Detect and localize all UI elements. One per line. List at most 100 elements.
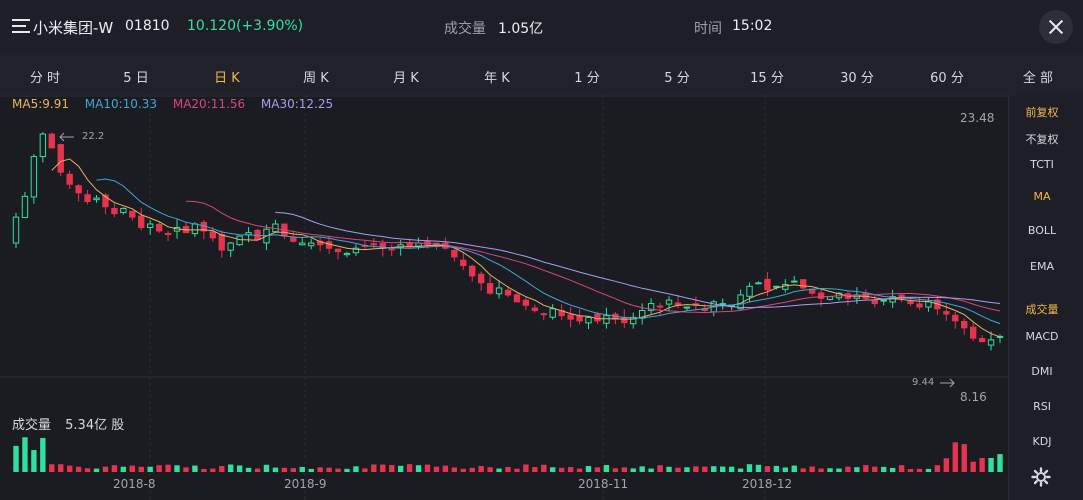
candle-body (719, 303, 726, 306)
volume-bar (612, 468, 619, 472)
volume-bar (523, 464, 529, 472)
sidebar-item-rsi[interactable]: RSI (1009, 400, 1075, 413)
candle-body (460, 259, 467, 267)
candle-body (817, 292, 825, 299)
volume-bar (550, 467, 556, 472)
candle-body (120, 207, 127, 214)
sidebar-item-volume[interactable]: 成交量 (1009, 301, 1075, 317)
volume-bar (818, 468, 824, 472)
volume-bar (505, 466, 511, 472)
sidebar-item-forward-adjusted[interactable]: 前复权 (1009, 104, 1075, 120)
volume-bar (514, 468, 520, 472)
sidebar-item-kdj[interactable]: KDJ (1009, 435, 1075, 448)
volume-bar (773, 465, 780, 472)
volume-bar (299, 466, 305, 472)
sidebar-item-tcti[interactable]: TCTI (1009, 158, 1075, 171)
volume-bar (102, 466, 109, 472)
sidebar-item-ema[interactable]: EMA (1009, 260, 1075, 273)
sidebar-item-macd[interactable]: MACD (1009, 330, 1075, 343)
candle-body (424, 240, 431, 246)
gear-icon[interactable] (1031, 467, 1051, 487)
volume-bar (728, 466, 735, 472)
volume-bar (389, 465, 395, 472)
volume-panel-label: 成交量 (12, 418, 52, 433)
tab-1-min[interactable]: 1 分 (574, 67, 599, 86)
ma5-legend: MA5:9.91 (12, 97, 69, 111)
volume-bar (576, 468, 583, 472)
candle-body (218, 233, 225, 251)
close-icon[interactable] (1039, 10, 1073, 44)
candle-body (504, 289, 512, 296)
volume-bar (737, 468, 744, 472)
volume-bar (40, 437, 46, 472)
ma10-legend: MA10:10.33 (84, 97, 158, 111)
tab-60-min[interactable]: 60 分 (930, 67, 964, 86)
volume-bar (228, 464, 234, 472)
tab-5-min[interactable]: 5 分 (664, 67, 689, 86)
candle-body (880, 299, 887, 302)
tab-all[interactable]: 全 部 (1023, 67, 1053, 86)
volume-bar (997, 454, 1003, 472)
min-price-marker (940, 378, 955, 388)
volume-bar (236, 465, 243, 472)
sidebar-item-dmi[interactable]: DMI (1009, 365, 1075, 378)
max-price-label: 22.2 (82, 131, 105, 142)
volume-bar (541, 464, 547, 472)
tab-5-day[interactable]: 5 日 (123, 67, 148, 86)
tab-15-min[interactable]: 15 分 (750, 67, 784, 86)
volume-bar (147, 466, 153, 472)
candle-body (513, 294, 521, 303)
volume-bar (49, 464, 55, 472)
volume-bar (988, 457, 994, 472)
tab-daily-k[interactable]: 日 K (214, 67, 240, 86)
volume-bar (326, 467, 332, 472)
candle-body (952, 314, 959, 322)
top-bar: 小米集团-W 01810 10.120(+3.90%) 成交量 1.05亿 时间… (0, 0, 1083, 55)
candle-body (334, 248, 342, 253)
volume-bar (970, 461, 976, 472)
candle-body (236, 235, 243, 246)
sidebar-item-unadjusted[interactable]: 不复权 (1009, 131, 1075, 147)
candle-body (191, 223, 199, 235)
tab-monthly-k[interactable]: 月 K (393, 67, 419, 86)
volume-bar (809, 466, 815, 472)
candle-body (746, 285, 753, 297)
candle-body (129, 210, 136, 218)
candle-body (30, 156, 38, 198)
candle-body (227, 242, 234, 251)
tab-weekly-k[interactable]: 周 K (303, 67, 329, 86)
kline-chart[interactable] (0, 95, 1008, 500)
volume-bar (469, 467, 475, 472)
candle-body (343, 252, 351, 256)
sidebar-item-ma[interactable]: MA (1009, 190, 1075, 203)
volume-bar (317, 467, 323, 472)
volume-caption: 成交量 5.34亿 股 (12, 414, 134, 433)
volume-bar (415, 465, 422, 472)
volume-bar (961, 444, 967, 472)
candle-body (66, 173, 73, 185)
indicator-sidebar: 前复权 不复权 TCTI MA BOLL EMA 成交量 MACD DMI RS… (1008, 95, 1083, 500)
volume-bar (31, 450, 37, 472)
candle-body (370, 243, 378, 246)
volume-bar (192, 465, 198, 472)
tab-intraday[interactable]: 分 时 (30, 67, 60, 86)
candle-body (495, 287, 503, 295)
volume-bar (183, 467, 189, 472)
volume-bar (84, 468, 91, 472)
time-value: 15:02 (732, 18, 773, 34)
sidebar-item-boll[interactable]: BOLL (1009, 224, 1075, 237)
candle-body (164, 232, 172, 235)
max-price-marker (59, 132, 74, 142)
volume-bar (290, 468, 296, 472)
volume-bar (943, 458, 950, 472)
volume-bar (854, 467, 860, 472)
volume-bar (585, 466, 592, 472)
volume-bar (979, 458, 985, 472)
ma30-legend: MA30:12.25 (260, 97, 334, 111)
volume-bar (603, 465, 610, 472)
candle-body (486, 283, 494, 294)
volume-bar (684, 467, 690, 472)
tab-yearly-k[interactable]: 年 K (484, 67, 510, 86)
tab-30-min[interactable]: 30 分 (840, 67, 874, 86)
menu-icon[interactable] (12, 19, 30, 35)
